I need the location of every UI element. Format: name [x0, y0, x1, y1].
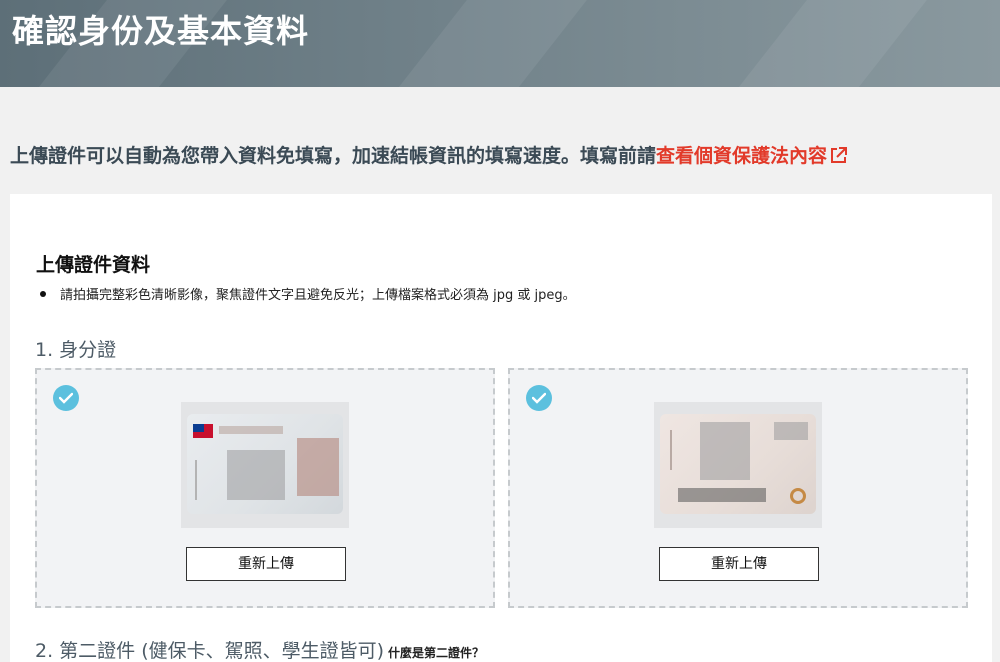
section-id-card-title: 1. 身分證	[35, 339, 117, 361]
section-second-id-title: 2. 第二證件 (健保卡、駕照、學生證皆可) 什麼是第二證件？	[35, 636, 484, 662]
reupload-back-button[interactable]: 重新上傳	[659, 547, 819, 581]
intro-description: 上傳證件可以自動為您帶入資料免填寫，加速結帳資訊的填寫速度。填寫前請	[10, 145, 657, 167]
intro-text: 上傳證件可以自動為您帶入資料免填寫，加速結帳資訊的填寫速度。填寫前請查看個資保護…	[10, 141, 848, 169]
privacy-link-label[interactable]: 查看個資保護法內容	[656, 145, 827, 167]
upload-card-title: 上傳證件資料	[36, 254, 151, 276]
card-label-column	[670, 430, 694, 470]
emblem-icon	[790, 488, 806, 504]
id-front-preview	[181, 402, 349, 528]
card-header-line	[219, 426, 283, 434]
second-id-help-link[interactable]: 什麼是第二證件？	[388, 646, 484, 660]
redacted-info	[227, 450, 285, 500]
redacted-barcode	[678, 488, 766, 502]
id-front-upload[interactable]: 重新上傳	[35, 368, 495, 608]
instruction-text: 請拍攝完整彩色清晰影像，聚焦證件文字且避免反光；上傳檔案格式必須為 jpg 或 …	[60, 288, 576, 303]
banner-decoration	[341, 0, 619, 87]
page-title: 確認身份及基本資料	[12, 12, 310, 50]
id-back-preview	[654, 402, 822, 528]
external-link-icon[interactable]	[830, 147, 848, 169]
instruction-item: 請拍攝完整彩色清晰影像，聚焦證件文字且避免反光；上傳檔案格式必須為 jpg 或 …	[40, 284, 576, 303]
card-label-column	[195, 460, 219, 500]
header-banner: 確認身份及基本資料	[0, 0, 1000, 87]
privacy-link[interactable]: 查看個資保護法內容	[656, 145, 848, 169]
banner-decoration	[681, 0, 959, 87]
check-circle-icon	[53, 385, 79, 411]
id-back-upload[interactable]: 重新上傳	[508, 368, 968, 608]
upload-card: 上傳證件資料 請拍攝完整彩色清晰影像，聚焦證件文字且避免反光；上傳檔案格式必須為…	[10, 194, 992, 662]
section-second-id-label: 2. 第二證件 (健保卡、駕照、學生證皆可)	[35, 640, 385, 662]
bullet-icon	[40, 291, 46, 297]
flag-icon	[193, 424, 213, 438]
id-front-image	[187, 414, 343, 514]
reupload-front-button[interactable]: 重新上傳	[186, 547, 346, 581]
id-back-image	[660, 414, 816, 514]
redacted-photo	[297, 438, 339, 496]
check-circle-icon	[526, 385, 552, 411]
redacted-info	[774, 422, 808, 440]
redacted-info	[700, 422, 750, 480]
